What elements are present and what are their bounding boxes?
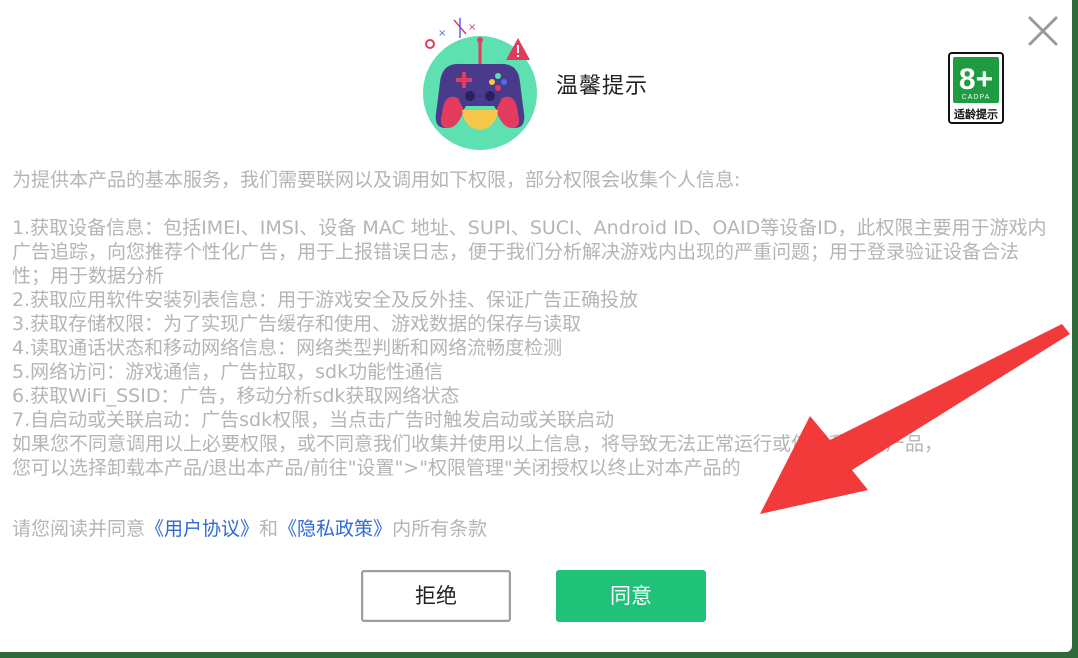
dialog-title: 温馨提示 xyxy=(556,74,649,99)
permission-item: 7.自启动或关联启动：广告sdk权限，当点击广告时触发启动或关联启动 xyxy=(12,409,615,431)
permission-item: 4.读取通话状态和移动网络信息：网络类型判断和网络流畅度检测 xyxy=(12,337,563,359)
consent-prefix: 请您阅读并同意 xyxy=(12,518,146,540)
permission-dialog: × × 温馨提示 8+ CADPA 适龄提示 为提供本产品的基本服务，我们需要联… xyxy=(0,0,1072,652)
consent-and: 和 xyxy=(259,518,279,540)
close-icon[interactable] xyxy=(1024,12,1062,50)
consent-suffix: 内所有条款 xyxy=(392,518,488,540)
gamepad-logo-icon: × × xyxy=(418,10,544,150)
permission-item: 5.网络访问：游戏通信，广告拉取，sdk功能性通信 xyxy=(12,361,444,383)
disclaimer-text-2: 您可以选择卸载本产品/退出本产品/前往"设置">"权限管理"关闭授权以终止对本产… xyxy=(12,457,741,479)
permission-item: 1.获取设备信息：包括IMEI、IMSI、设备 MAC 地址、SUPI、SUCI… xyxy=(12,217,1047,287)
age-rating-badge: 8+ CADPA 适龄提示 xyxy=(948,52,1004,124)
svg-text:×: × xyxy=(438,28,446,39)
agree-button[interactable]: 同意 xyxy=(556,570,706,622)
consent-line: 请您阅读并同意《用户协议》和《隐私政策》内所有条款 xyxy=(12,514,487,541)
privacy-policy-link[interactable]: 《隐私政策》 xyxy=(278,518,392,540)
permission-item: 2.获取应用软件安装列表信息：用于游戏安全及反外挂、保证广告正确投放 xyxy=(12,289,639,311)
intro-text: 为提供本产品的基本服务，我们需要联网以及调用如下权限，部分权限会收集个人信息: xyxy=(12,169,741,191)
reject-button[interactable]: 拒绝 xyxy=(361,570,511,622)
svg-text:×: × xyxy=(468,22,476,33)
permission-content: 为提供本产品的基本服务，我们需要联网以及调用如下权限，部分权限会收集个人信息: … xyxy=(12,168,1052,480)
user-agreement-link[interactable]: 《用户协议》 xyxy=(145,518,259,540)
age-rating-caption: 适龄提示 xyxy=(954,108,998,121)
age-rating-org: CADPA xyxy=(961,94,991,101)
disclaimer-text: 如果您不同意调用以上必要权限，或不同意我们收集并使用以上信息，将导致无法正常运行… xyxy=(12,433,944,455)
permission-item: 3.获取存储权限：为了实现广告缓存和使用、游戏数据的保存与读取 xyxy=(12,313,582,335)
permission-item: 6.获取WiFi_SSID：广告，移动分析sdk获取网络状态 xyxy=(12,385,460,407)
